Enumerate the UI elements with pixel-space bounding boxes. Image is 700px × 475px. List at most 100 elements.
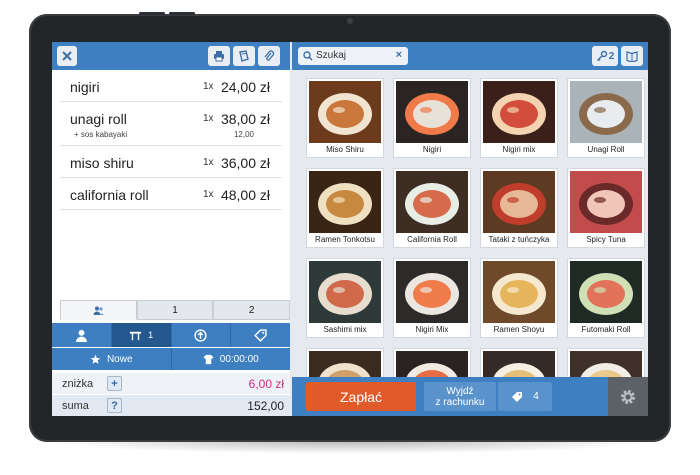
product-name: Futomaki Roll — [581, 325, 631, 334]
notes-icon — [239, 50, 249, 62]
leave-bill-button[interactable]: Wyjdź z rachunku — [424, 382, 496, 411]
discount-row: zniżka + 6,00 zł — [52, 373, 290, 394]
product-name: Ramen Tonkotsu — [315, 235, 375, 244]
order-actions-bar: 1 — [52, 323, 290, 347]
sashimi-image — [309, 261, 381, 323]
product-tile[interactable]: Sashimi mix — [306, 258, 384, 338]
table-number: 1 — [148, 330, 154, 340]
order-timer: 00:00:00 — [219, 353, 259, 365]
product-tile[interactable]: Futomaki Roll — [567, 258, 645, 338]
notes-button[interactable] — [233, 46, 255, 66]
order-panel: nigiri 1x 24,00 zł unagi roll + sos kaba… — [52, 42, 291, 416]
ramen-image — [309, 171, 381, 233]
customer-button[interactable] — [52, 323, 112, 347]
order-status-bar: Nowe 00:00:00 — [52, 348, 290, 370]
leave-bill-label-2: z rachunku — [435, 396, 485, 408]
book-icon — [626, 51, 638, 62]
pay-button[interactable]: Zapłać — [306, 382, 416, 411]
tags-icon — [512, 391, 523, 402]
close-order-button[interactable] — [57, 46, 77, 66]
search-icon — [303, 51, 313, 61]
product-tile[interactable]: Nigiri — [393, 78, 471, 158]
sum-label: suma — [62, 399, 89, 412]
item-modifier: + sos kabayaki — [74, 130, 128, 139]
order-item[interactable]: unagi roll + sos kabayaki 1x 38,00 zł 12… — [60, 102, 282, 146]
order-item[interactable]: nigiri 1x 24,00 zł — [60, 70, 282, 102]
order-toolbar — [52, 42, 290, 70]
send-order-button[interactable] — [172, 323, 232, 347]
table-button[interactable]: 1 — [111, 323, 172, 347]
leave-bill-label-1: Wyjdź — [446, 385, 474, 397]
printer-icon — [214, 51, 224, 62]
products-toolbar: Szukaj × 2 — [292, 42, 648, 70]
sum-info-button[interactable]: ? — [107, 398, 122, 413]
user-icon — [75, 329, 87, 342]
tuna-image — [570, 171, 642, 233]
order-status-button[interactable]: Nowe — [52, 348, 172, 370]
item-qty: 1x — [203, 81, 214, 92]
item-name: unagi roll — [70, 111, 127, 127]
camera-icon — [347, 18, 353, 24]
item-modifier-price: 12,00 — [233, 130, 254, 139]
gear-icon — [621, 389, 635, 404]
order-item[interactable]: miso shiru 1x 36,00 zł — [60, 146, 282, 178]
product-tile[interactable]: Spicy Tuna — [567, 168, 645, 248]
waiter-timer-button[interactable]: 00:00:00 — [172, 348, 291, 370]
product-tile[interactable]: Nigiri mix — [480, 78, 558, 158]
pos-screen: nigiri 1x 24,00 zł unagi roll + sos kaba… — [52, 42, 648, 416]
product-name: Ramen Shoyu — [493, 325, 545, 334]
upload-circle-icon — [194, 328, 207, 342]
tab-guest-1[interactable]: 1 — [136, 300, 214, 320]
power-button — [169, 12, 195, 15]
attach-button[interactable] — [258, 46, 280, 66]
nigiri-mix-image — [483, 81, 555, 143]
add-discount-button[interactable]: + — [107, 376, 122, 391]
product-tile[interactable]: Ramen Tonkotsu — [306, 168, 384, 248]
guest-tabs: 1 2 — [60, 300, 291, 320]
product-name: Nigiri Mix — [415, 325, 449, 334]
discount-value: 6,00 zł — [248, 376, 284, 391]
keys-button[interactable]: 2 — [592, 46, 618, 66]
tab-all-guests[interactable] — [60, 300, 137, 320]
product-tile[interactable]: Ramen Shoyu — [480, 258, 558, 338]
product-tile[interactable]: California Roll — [393, 168, 471, 248]
menu-book-button[interactable] — [621, 46, 643, 66]
product-name: Spicy Tuna — [586, 235, 626, 244]
item-price: 38,00 zł — [220, 111, 270, 127]
settings-button[interactable] — [608, 377, 648, 416]
keys-count: 2 — [608, 50, 615, 62]
key-icon — [596, 50, 607, 61]
product-name: Sashimi mix — [323, 325, 367, 334]
tag-icon — [254, 328, 267, 342]
product-name: Tataki z tuńczyka — [488, 235, 550, 244]
roll-image — [396, 171, 468, 233]
sum-row: suma ? 152,00 — [52, 395, 290, 416]
product-tile[interactable]: Unagi Roll — [567, 78, 645, 158]
tab-guest-2[interactable]: 2 — [213, 300, 291, 320]
soup-image — [309, 81, 381, 143]
product-name: Unagi Roll — [587, 145, 625, 154]
split-bill-button[interactable]: 4 — [498, 382, 552, 411]
search-input[interactable]: Szukaj × — [298, 47, 408, 65]
payment-bar: Zapłać Wyjdź z rachunku 4 — [292, 377, 608, 416]
item-name: miso shiru — [70, 155, 134, 171]
product-tile[interactable]: Nigiri Mix — [393, 258, 471, 338]
clear-search-button[interactable]: × — [396, 49, 402, 61]
print-button[interactable] — [208, 46, 230, 66]
split-count: 4 — [533, 391, 539, 402]
table-icon — [130, 331, 142, 340]
item-name: nigiri — [70, 79, 100, 95]
paperclip-icon — [264, 50, 275, 61]
item-price: 48,00 zł — [220, 187, 270, 203]
guests-icon — [93, 306, 104, 315]
product-tile[interactable]: Tataki z tuńczyka — [480, 168, 558, 248]
product-name: Nigiri mix — [502, 145, 536, 154]
order-item[interactable]: california roll 1x 48,00 zł — [60, 178, 282, 210]
item-name: california roll — [70, 187, 149, 203]
product-tile[interactable]: Miso Shiru — [306, 78, 384, 158]
nigiri-mix-image — [396, 261, 468, 323]
order-status-label: Nowe — [106, 353, 133, 365]
item-qty: 1x — [203, 113, 214, 124]
discount-tag-button[interactable] — [231, 323, 290, 347]
item-qty: 1x — [203, 189, 214, 200]
